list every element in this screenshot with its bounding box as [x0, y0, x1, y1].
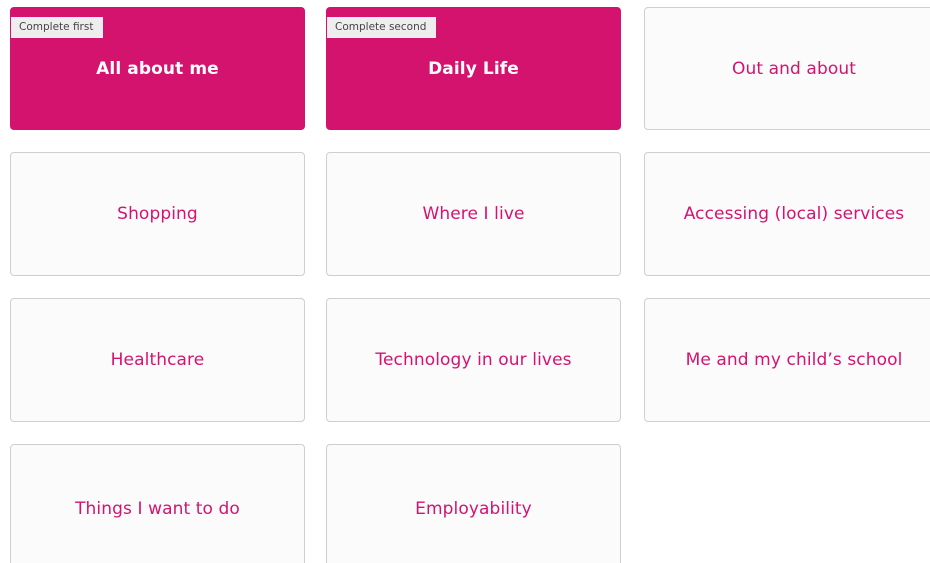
tile-things-i-want-to-do[interactable]: Things I want to do: [10, 444, 305, 563]
tile-label: Me and my child’s school: [685, 350, 903, 370]
tile-accessing-local-services[interactable]: Accessing (local) services: [644, 152, 930, 276]
tile-label: Daily Life: [428, 58, 519, 79]
tile-shopping[interactable]: Shopping: [10, 152, 305, 276]
tile-daily-life[interactable]: Complete second Daily Life: [326, 7, 621, 130]
tile-out-and-about[interactable]: Out and about: [644, 7, 930, 130]
tile-employability[interactable]: Employability: [326, 444, 621, 563]
topic-tile-grid: Complete first All about me Complete sec…: [0, 0, 930, 563]
tile-label: Shopping: [117, 204, 198, 224]
tile-label: Employability: [415, 499, 532, 519]
tile-where-i-live[interactable]: Where I live: [326, 152, 621, 276]
tile-all-about-me[interactable]: Complete first All about me: [10, 7, 305, 130]
tile-label: Out and about: [732, 58, 856, 79]
tile-technology-in-our-lives[interactable]: Technology in our lives: [326, 298, 621, 422]
tile-label: Where I live: [422, 204, 525, 224]
tile-label: Technology in our lives: [375, 350, 572, 370]
complete-second-badge: Complete second: [327, 17, 437, 38]
tile-label: Accessing (local) services: [683, 204, 905, 224]
tile-label: All about me: [96, 58, 219, 79]
tile-label: Healthcare: [110, 350, 205, 370]
tile-healthcare[interactable]: Healthcare: [10, 298, 305, 422]
tile-me-and-my-childs-school[interactable]: Me and my child’s school: [644, 298, 930, 422]
tile-label: Things I want to do: [75, 499, 240, 519]
complete-first-badge: Complete first: [11, 17, 104, 38]
